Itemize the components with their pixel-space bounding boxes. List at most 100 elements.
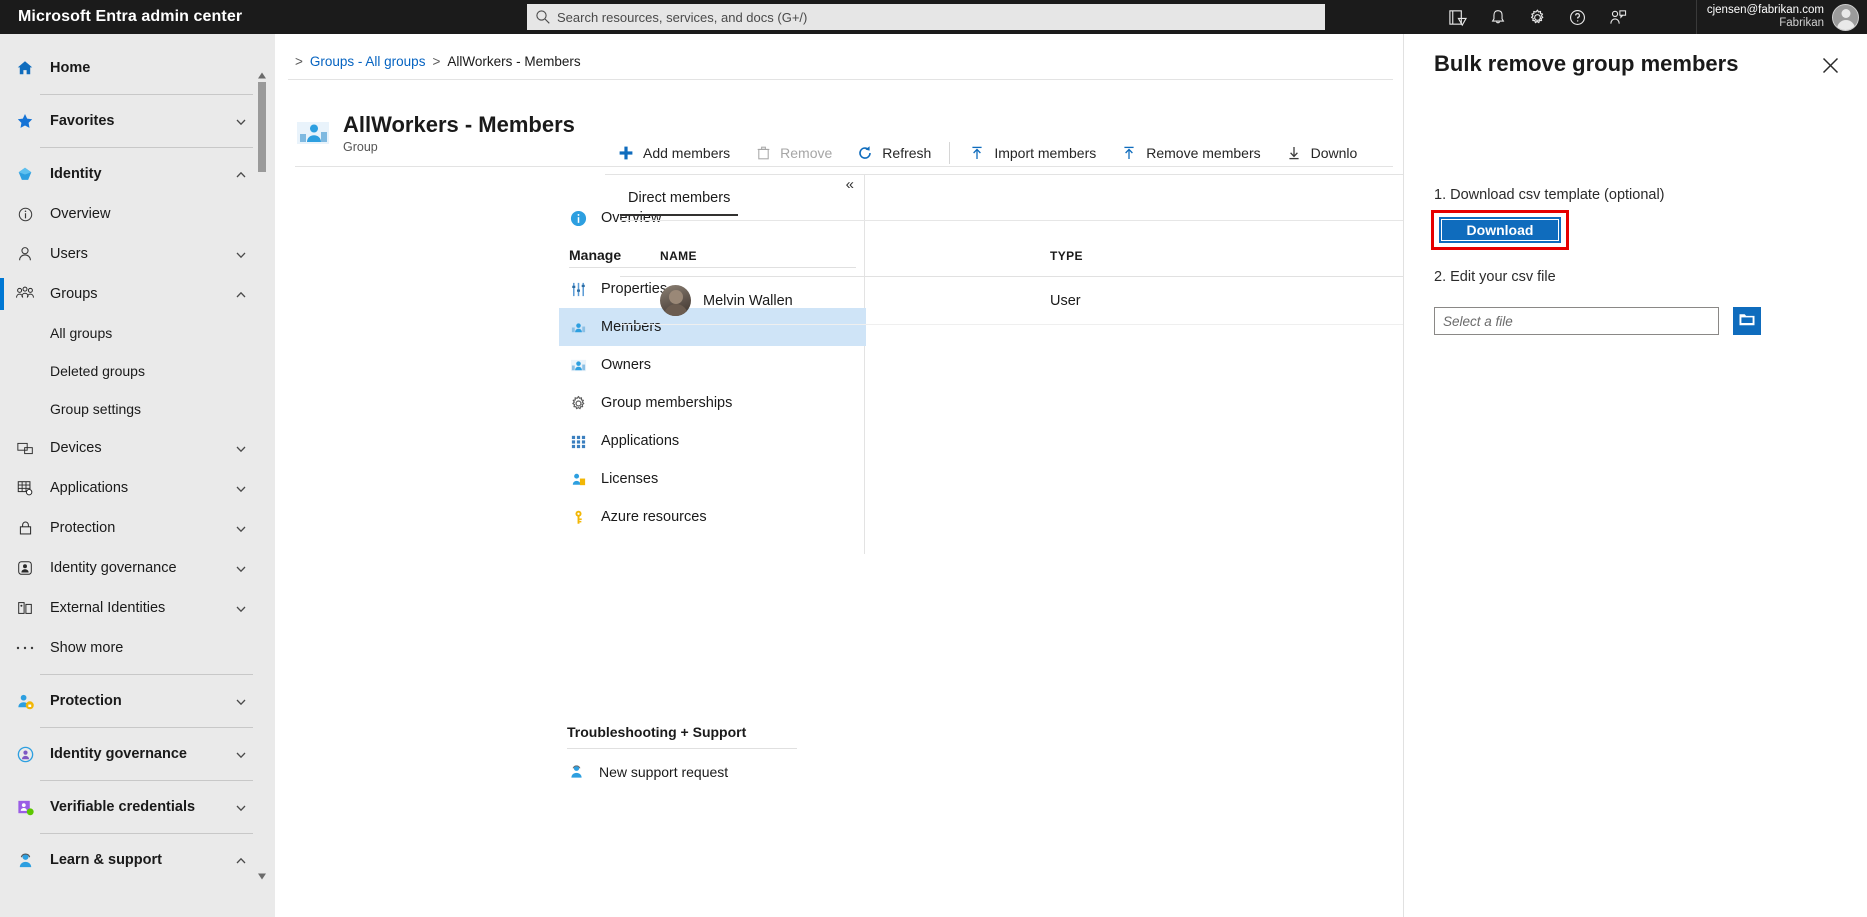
chevron-up-icon[interactable]	[235, 168, 247, 180]
command-label: Import members	[994, 145, 1097, 161]
scroll-up-arrow-icon[interactable]	[257, 68, 267, 79]
sidebar-item-all-groups[interactable]: All groups	[0, 314, 275, 352]
chevron-up-icon[interactable]	[235, 288, 247, 300]
sidebar-item-protection[interactable]: Protection	[0, 508, 275, 548]
sidebar-item-applications[interactable]: Applications	[0, 468, 275, 508]
chevron-down-icon[interactable]	[235, 562, 247, 574]
table-row[interactable]: Melvin Wallen User	[620, 277, 1405, 325]
tab-direct-members[interactable]: Direct members	[620, 190, 739, 216]
blade-nav-applications[interactable]: Applications	[559, 422, 866, 460]
chevron-down-icon[interactable]	[235, 695, 247, 707]
identity-icon	[14, 165, 36, 183]
sidebar-item-home[interactable]: Home	[0, 48, 275, 88]
command-label: Add members	[643, 145, 731, 161]
global-search-input[interactable]: Search resources, services, and docs (G+…	[527, 4, 1325, 30]
sidebar-item-deleted-groups[interactable]: Deleted groups	[0, 352, 275, 390]
blade-nav-azure-resources[interactable]: Azure resources	[559, 498, 866, 536]
sidebar-item-external-identities[interactable]: External Identities	[0, 588, 275, 628]
chevron-down-icon[interactable]	[235, 248, 247, 260]
chevron-down-icon[interactable]	[235, 442, 247, 454]
sidebar-item-label: Protection	[50, 693, 122, 709]
sidebar-item-groups[interactable]: Groups	[0, 274, 275, 314]
bell-icon[interactable]	[1478, 0, 1518, 34]
sidebar-item-users[interactable]: Users	[0, 234, 275, 274]
cloud-shell-icon[interactable]	[1438, 0, 1478, 34]
close-icon[interactable]	[1817, 52, 1843, 78]
download-members-button[interactable]: Downlo	[1273, 132, 1370, 174]
sidebar-item-identity-governance-suite[interactable]: Identity governance	[0, 734, 275, 774]
chevron-down-icon[interactable]	[235, 602, 247, 614]
chevron-down-icon[interactable]	[235, 522, 247, 534]
protection-color-icon	[14, 692, 36, 711]
chevron-down-icon[interactable]	[235, 115, 247, 127]
sidebar-divider	[40, 94, 253, 95]
sidebar-item-label: Devices	[50, 440, 102, 456]
trash-icon	[754, 145, 772, 161]
breadcrumb-link-groups[interactable]: Groups - All groups	[310, 54, 426, 69]
download-icon	[1285, 145, 1303, 161]
blade-nav-label: Applications	[601, 433, 680, 449]
sidebar-item-label: Applications	[50, 480, 129, 496]
sidebar-item-group-settings[interactable]: Group settings	[0, 390, 275, 428]
refresh-button[interactable]: Refresh	[844, 132, 943, 174]
chevron-down-icon[interactable]	[235, 482, 247, 494]
download-template-button[interactable]: Download	[1439, 217, 1561, 243]
step-1-label: 1. Download csv template (optional)	[1434, 187, 1665, 203]
lock-icon	[14, 519, 36, 537]
sidebar-item-favorites[interactable]: Favorites	[0, 101, 275, 141]
top-bar-icon-group: cjensen@fabrikan.com Fabrikan	[1438, 0, 1867, 34]
sidebar-item-verifiable-credentials[interactable]: Verifiable credentials	[0, 787, 275, 827]
gear-icon[interactable]	[1518, 0, 1558, 34]
page-subtitle: Group	[343, 140, 378, 154]
sidebar-item-protection-suite[interactable]: Protection	[0, 681, 275, 721]
cell-type: User	[1050, 292, 1250, 310]
scrollbar-thumb[interactable]	[258, 82, 266, 172]
sidebar-divider	[40, 674, 253, 675]
add-members-button[interactable]: Add members	[605, 132, 742, 174]
sidebar-item-label: Identity governance	[50, 560, 177, 576]
blade-nav-label: Licenses	[601, 471, 659, 487]
sidebar-item-overview[interactable]: Overview	[0, 194, 275, 234]
remove-button: Remove	[742, 132, 844, 174]
sidebar-item-label: Identity governance	[50, 746, 187, 762]
sidebar-scrollbar[interactable]	[255, 68, 269, 880]
sidebar-item-label: Learn & support	[50, 852, 162, 868]
avatar	[660, 285, 691, 316]
sidebar-divider	[40, 833, 253, 834]
tab-strip-divider	[620, 220, 1405, 221]
new-support-request-link[interactable]: New support request	[567, 763, 797, 780]
account-menu[interactable]: cjensen@fabrikan.com Fabrikan	[1695, 0, 1867, 34]
sidebar-item-label: Identity	[50, 166, 102, 182]
star-icon	[14, 112, 36, 130]
avatar[interactable]	[1832, 3, 1859, 31]
table-header-row: NAME TYPE	[620, 235, 1405, 277]
breadcrumb: > Groups - All groups > AllWorkers - Mem…	[288, 54, 581, 69]
command-label: Remove members	[1146, 145, 1261, 161]
sidebar-item-learn-support[interactable]: Learn & support	[0, 840, 275, 880]
sidebar-divider	[40, 147, 253, 148]
blade-nav-licenses[interactable]: Licenses	[559, 460, 866, 498]
info-icon	[14, 206, 36, 223]
sidebar-item-label: Home	[50, 60, 91, 76]
remove-members-button[interactable]: Remove members	[1108, 132, 1272, 174]
blade-nav-group-memberships[interactable]: Group memberships	[559, 384, 866, 422]
breadcrumb-chevron-icon: >	[432, 54, 441, 69]
collapse-menu-button[interactable]: «	[846, 177, 854, 193]
sidebar-item-label: Overview	[50, 206, 111, 222]
blade-nav-owners[interactable]: Owners	[559, 346, 866, 384]
sidebar-item-identity-governance[interactable]: Identity governance	[0, 548, 275, 588]
chevron-down-icon[interactable]	[235, 748, 247, 760]
feedback-icon[interactable]	[1598, 0, 1638, 34]
help-icon[interactable]	[1558, 0, 1598, 34]
chevron-up-icon[interactable]	[235, 854, 247, 866]
sidebar-item-label: Group settings	[50, 401, 142, 417]
import-members-button[interactable]: Import members	[956, 132, 1108, 174]
browse-file-button[interactable]	[1733, 307, 1761, 335]
sidebar-item-identity[interactable]: Identity	[0, 154, 275, 194]
chevron-down-icon[interactable]	[235, 801, 247, 813]
scroll-down-arrow-icon[interactable]	[257, 868, 267, 880]
sidebar-item-show-more[interactable]: Show more	[0, 628, 275, 668]
sidebar-item-devices[interactable]: Devices	[0, 428, 275, 468]
account-text: cjensen@fabrikan.com Fabrikan	[1707, 4, 1824, 30]
csv-file-input[interactable]: Select a file	[1434, 307, 1719, 335]
